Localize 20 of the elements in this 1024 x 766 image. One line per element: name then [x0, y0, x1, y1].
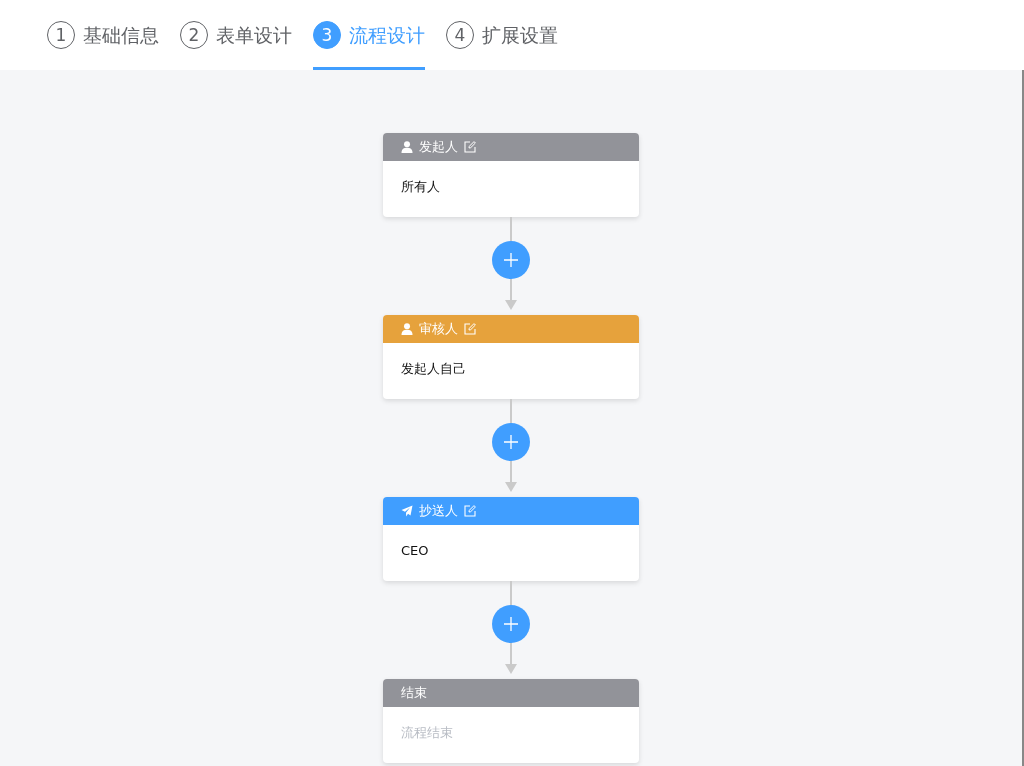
node-title: 结束	[401, 683, 427, 702]
user-icon	[401, 141, 413, 153]
send-icon	[401, 505, 413, 517]
node-content: 发起人自己	[401, 361, 466, 376]
add-node-button[interactable]	[492, 605, 530, 643]
step-tab[interactable]: 4 扩展设置	[446, 0, 558, 70]
node-content: 流程结束	[401, 725, 453, 740]
node-content: CEO	[401, 543, 429, 558]
add-node-button[interactable]	[492, 241, 530, 279]
edit-icon[interactable]	[464, 323, 476, 335]
node-title: 审核人	[419, 319, 458, 338]
node-title: 发起人	[419, 137, 458, 156]
node-title: 抄送人	[419, 501, 458, 520]
edit-icon[interactable]	[464, 141, 476, 153]
node-content: 所有人	[401, 179, 440, 194]
edit-icon[interactable]	[464, 505, 476, 517]
user-icon	[401, 323, 413, 335]
add-node-button[interactable]	[492, 423, 530, 461]
step-tab[interactable]: 2 表单设计	[180, 0, 292, 70]
step-tab[interactable]: 1 基础信息	[47, 0, 159, 70]
